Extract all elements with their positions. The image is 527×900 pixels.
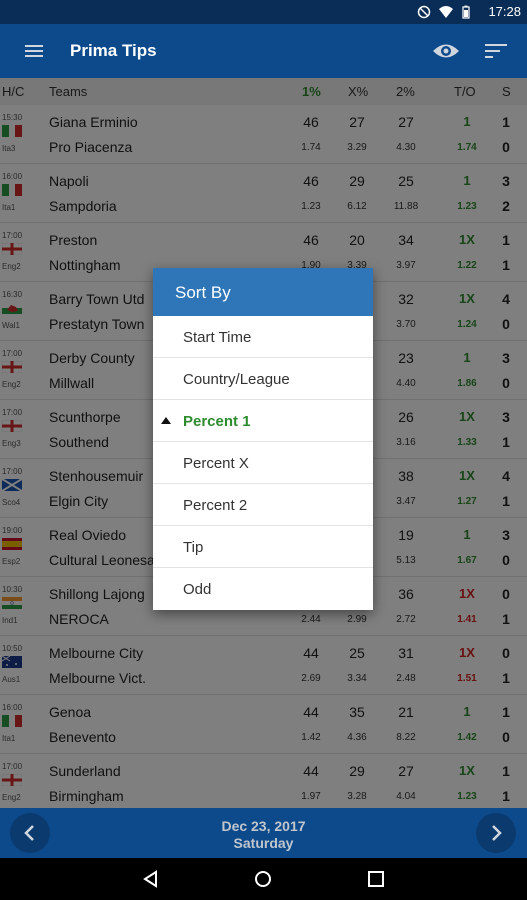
sort-option-label: Country/League: [183, 371, 290, 388]
recents-icon[interactable]: [366, 869, 386, 889]
sort-option-percent-1[interactable]: Percent 1: [153, 400, 373, 442]
sort-option-tip[interactable]: Tip: [153, 526, 373, 568]
footer-day: Saturday: [233, 835, 294, 851]
app-title: Prima Tips: [70, 41, 157, 60]
status-bar: 17:28: [0, 0, 527, 24]
sort-option-label: Percent 2: [183, 497, 248, 514]
status-time: 17:28: [488, 4, 521, 19]
sort-option-label: Percent 1: [183, 413, 251, 430]
next-day-button[interactable]: [476, 813, 516, 853]
next-arrow-icon: [492, 825, 502, 841]
sort-option-country-league[interactable]: Country/League: [153, 358, 373, 400]
sort-option-start-time[interactable]: Start Time: [153, 316, 373, 358]
do-not-disturb-icon: [417, 5, 431, 19]
sort-ascending-icon: [161, 417, 171, 424]
sort-dialog-header: Sort By: [153, 268, 373, 316]
battery-icon: [462, 5, 470, 19]
sort-option-label: Tip: [183, 539, 204, 556]
back-icon[interactable]: [141, 869, 161, 889]
sort-option-label: Percent X: [183, 455, 249, 472]
date-footer: Dec 23, 2017 Saturday: [0, 808, 527, 858]
footer-date: Dec 23, 2017: [221, 818, 306, 834]
system-nav-bar: [0, 858, 527, 900]
sort-option-label: Odd: [183, 581, 212, 598]
sort-dialog-title: Sort By: [175, 283, 231, 302]
sort-by-dialog: Sort By Start Time Country/League Percent …: [153, 268, 373, 610]
wifi-icon: [439, 6, 453, 18]
menu-icon[interactable]: [24, 40, 44, 62]
app-bar: Prima Tips: [0, 24, 527, 78]
sort-option-label: Start Time: [183, 329, 252, 346]
sort-option-percent-x[interactable]: Percent X: [153, 442, 373, 484]
home-icon[interactable]: [253, 869, 273, 889]
sort-option-percent-2[interactable]: Percent 2: [153, 484, 373, 526]
eye-icon[interactable]: [432, 40, 460, 62]
sort-option-odd[interactable]: Odd: [153, 568, 373, 610]
sort-icon[interactable]: [484, 40, 508, 62]
